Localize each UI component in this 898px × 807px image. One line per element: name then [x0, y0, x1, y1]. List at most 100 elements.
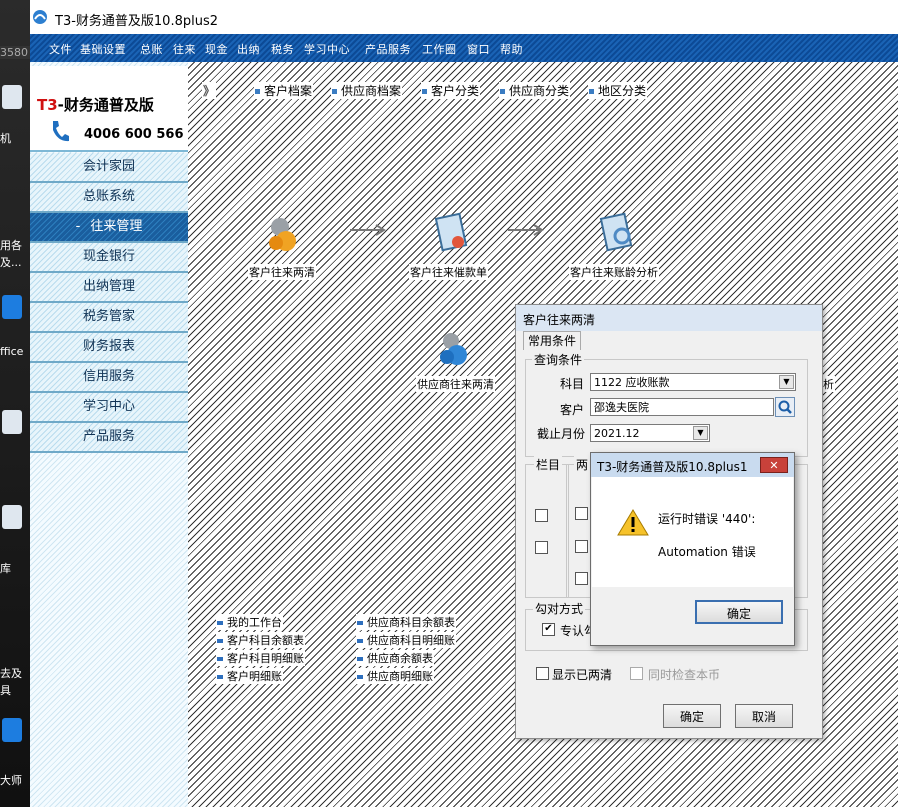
- error-dialog: T3-财务通普及版10.8plus1 ✕ 运行时错误 '440': Automa…: [590, 452, 795, 646]
- customer-label: 客户: [560, 403, 585, 417]
- option-checkbox-2[interactable]: [575, 540, 588, 553]
- menu-tax[interactable]: 税务: [271, 41, 294, 57]
- match-checkbox[interactable]: ✔: [542, 623, 555, 636]
- two-group-label: 两: [574, 456, 591, 473]
- toolbar-supplier-file[interactable]: 供应商档案: [331, 82, 403, 99]
- desktop-app-icon[interactable]: [2, 505, 22, 529]
- check-currency-label: 同时检查本币: [648, 668, 721, 682]
- nav-item-reports[interactable]: 财务报表: [30, 333, 188, 363]
- dialog-cancel-button[interactable]: 取消: [735, 704, 793, 728]
- bullet-icon: [217, 621, 223, 625]
- error-title: T3-财务通普及版10.8plus1: [597, 460, 748, 474]
- aging-analysis-icon[interactable]: [598, 212, 638, 254]
- menu-learning[interactable]: 学习中心: [304, 41, 350, 57]
- warning-icon: [617, 509, 649, 536]
- menu-cashier[interactable]: 出纳: [237, 41, 260, 57]
- match-group-label: 勾对方式: [533, 600, 586, 617]
- link-label: 供应商科目余额表: [367, 616, 455, 629]
- customer-field[interactable]: 邵逸夫医院: [590, 398, 774, 416]
- desktop-app-icon[interactable]: [2, 718, 22, 742]
- phone-icon: [53, 121, 69, 142]
- toolbar-item-label: 供应商档案: [341, 84, 402, 98]
- nav-item-ledger[interactable]: 总账系统: [30, 183, 188, 213]
- nav-item-cashier[interactable]: 出纳管理: [30, 273, 188, 303]
- nav-item-contacts[interactable]: - 往来管理: [30, 213, 188, 243]
- bullet-icon: [357, 675, 363, 679]
- toolbar-customer-file[interactable]: 客户档案: [254, 82, 314, 99]
- partial-label: 析: [822, 376, 835, 392]
- menu-contacts[interactable]: 往来: [173, 41, 196, 57]
- dunning-letter-icon[interactable]: [433, 212, 473, 254]
- bullet-icon: [332, 89, 337, 94]
- toolbar-item-label: 客户分类: [431, 84, 480, 98]
- option-checkbox-3[interactable]: [575, 572, 588, 585]
- nav-item-products[interactable]: 产品服务: [30, 423, 188, 453]
- desktop-text: 及...: [0, 256, 22, 269]
- check-currency-checkbox[interactable]: [630, 667, 643, 680]
- desktop-text: 机: [0, 132, 11, 145]
- error-ok-button[interactable]: 确定: [695, 600, 783, 624]
- link-supplier-subject-detail[interactable]: 供应商科目明细账: [356, 632, 456, 648]
- subject-select[interactable]: 1122 应收账款 ▼: [590, 373, 796, 391]
- chevron-down-icon[interactable]: ▼: [693, 426, 708, 440]
- nav-item-credit[interactable]: 信用服务: [30, 363, 188, 393]
- search-icon: [778, 400, 792, 414]
- nav-item-tax[interactable]: 税务管家: [30, 303, 188, 333]
- column-checkbox-2[interactable]: [535, 541, 548, 554]
- customer-reconcile-label[interactable]: 客户往来两清: [248, 264, 316, 280]
- bullet-icon: [217, 657, 223, 661]
- dialog-ok-button[interactable]: 确定: [663, 704, 721, 728]
- nav-item-home[interactable]: 会计家园: [30, 153, 188, 183]
- show-cleared-checkbox[interactable]: [536, 667, 549, 680]
- desktop-text: 大师: [0, 774, 22, 787]
- link-supplier-detail[interactable]: 供应商明细账: [356, 668, 434, 684]
- link-my-workbench[interactable]: 我的工作台: [216, 614, 283, 630]
- menu-file[interactable]: 文件: [49, 41, 72, 57]
- menu-help[interactable]: 帮助: [500, 41, 523, 57]
- toolbar-supplier-category[interactable]: 供应商分类: [499, 82, 571, 99]
- customer-search-button[interactable]: [775, 397, 795, 417]
- month-select[interactable]: 2021.12 ▼: [590, 424, 710, 442]
- supplier-reconcile-label[interactable]: 供应商往来两清: [416, 376, 495, 392]
- nav-item-learning[interactable]: 学习中心: [30, 393, 188, 423]
- toolbar-region-category[interactable]: 地区分类: [588, 82, 648, 99]
- nav-item-label: 往来管理: [90, 219, 143, 234]
- link-supplier-balance[interactable]: 供应商余额表: [356, 650, 434, 666]
- link-customer-detail[interactable]: 客户明细账: [216, 668, 283, 684]
- bullet-icon: [357, 657, 363, 661]
- nav-collapse-marker: -: [75, 219, 81, 234]
- menu-basic-settings[interactable]: 基础设置: [80, 41, 126, 57]
- tab-common-conditions[interactable]: 常用条件: [523, 331, 582, 350]
- link-customer-subject-detail[interactable]: 客户科目明细账: [216, 650, 305, 666]
- close-icon[interactable]: ✕: [760, 457, 788, 473]
- menu-workgroup[interactable]: 工作圈: [422, 41, 457, 57]
- menu-window[interactable]: 窗口: [467, 41, 490, 57]
- desktop-app-icon[interactable]: [2, 295, 22, 319]
- nav-item-cash-bank[interactable]: 现金银行: [30, 243, 188, 273]
- arrow-right-icon: [350, 224, 386, 236]
- desktop-app-icon[interactable]: [2, 85, 22, 109]
- supplier-reconcile-icon[interactable]: [435, 327, 475, 369]
- subject-label: 科目: [560, 377, 585, 391]
- menu-ledger[interactable]: 总账: [140, 41, 163, 57]
- aging-analysis-label[interactable]: 客户往来账龄分析: [569, 264, 659, 280]
- desktop-text: 具: [0, 684, 11, 697]
- column-checkbox-1[interactable]: [535, 509, 548, 522]
- window-titlebar: T3-财务通普及版10.8plus2: [30, 0, 898, 35]
- link-supplier-subject-balance[interactable]: 供应商科目余额表: [356, 614, 456, 630]
- column-group-label: 栏目: [534, 456, 563, 473]
- error-body: 运行时错误 '440': Automation 错误: [592, 477, 793, 587]
- toolbar-customer-category[interactable]: 客户分类: [421, 82, 481, 99]
- dunning-letter-label[interactable]: 客户往来催款单: [409, 264, 488, 280]
- desktop-app-icon[interactable]: [2, 410, 22, 434]
- menu-cash[interactable]: 现金: [205, 41, 228, 57]
- menu-products[interactable]: 产品服务: [365, 41, 411, 57]
- option-checkbox-1[interactable]: [575, 507, 588, 520]
- customer-reconcile-icon[interactable]: [264, 211, 304, 253]
- link-customer-subject-balance[interactable]: 客户科目余额表: [216, 632, 305, 648]
- link-label: 供应商余额表: [367, 652, 433, 665]
- desktop-text: 用各: [0, 239, 22, 252]
- window-title: T3-财务通普及版10.8plus2: [55, 14, 218, 29]
- chevron-down-icon[interactable]: ▼: [779, 375, 794, 389]
- desktop-text: ffice: [0, 345, 24, 358]
